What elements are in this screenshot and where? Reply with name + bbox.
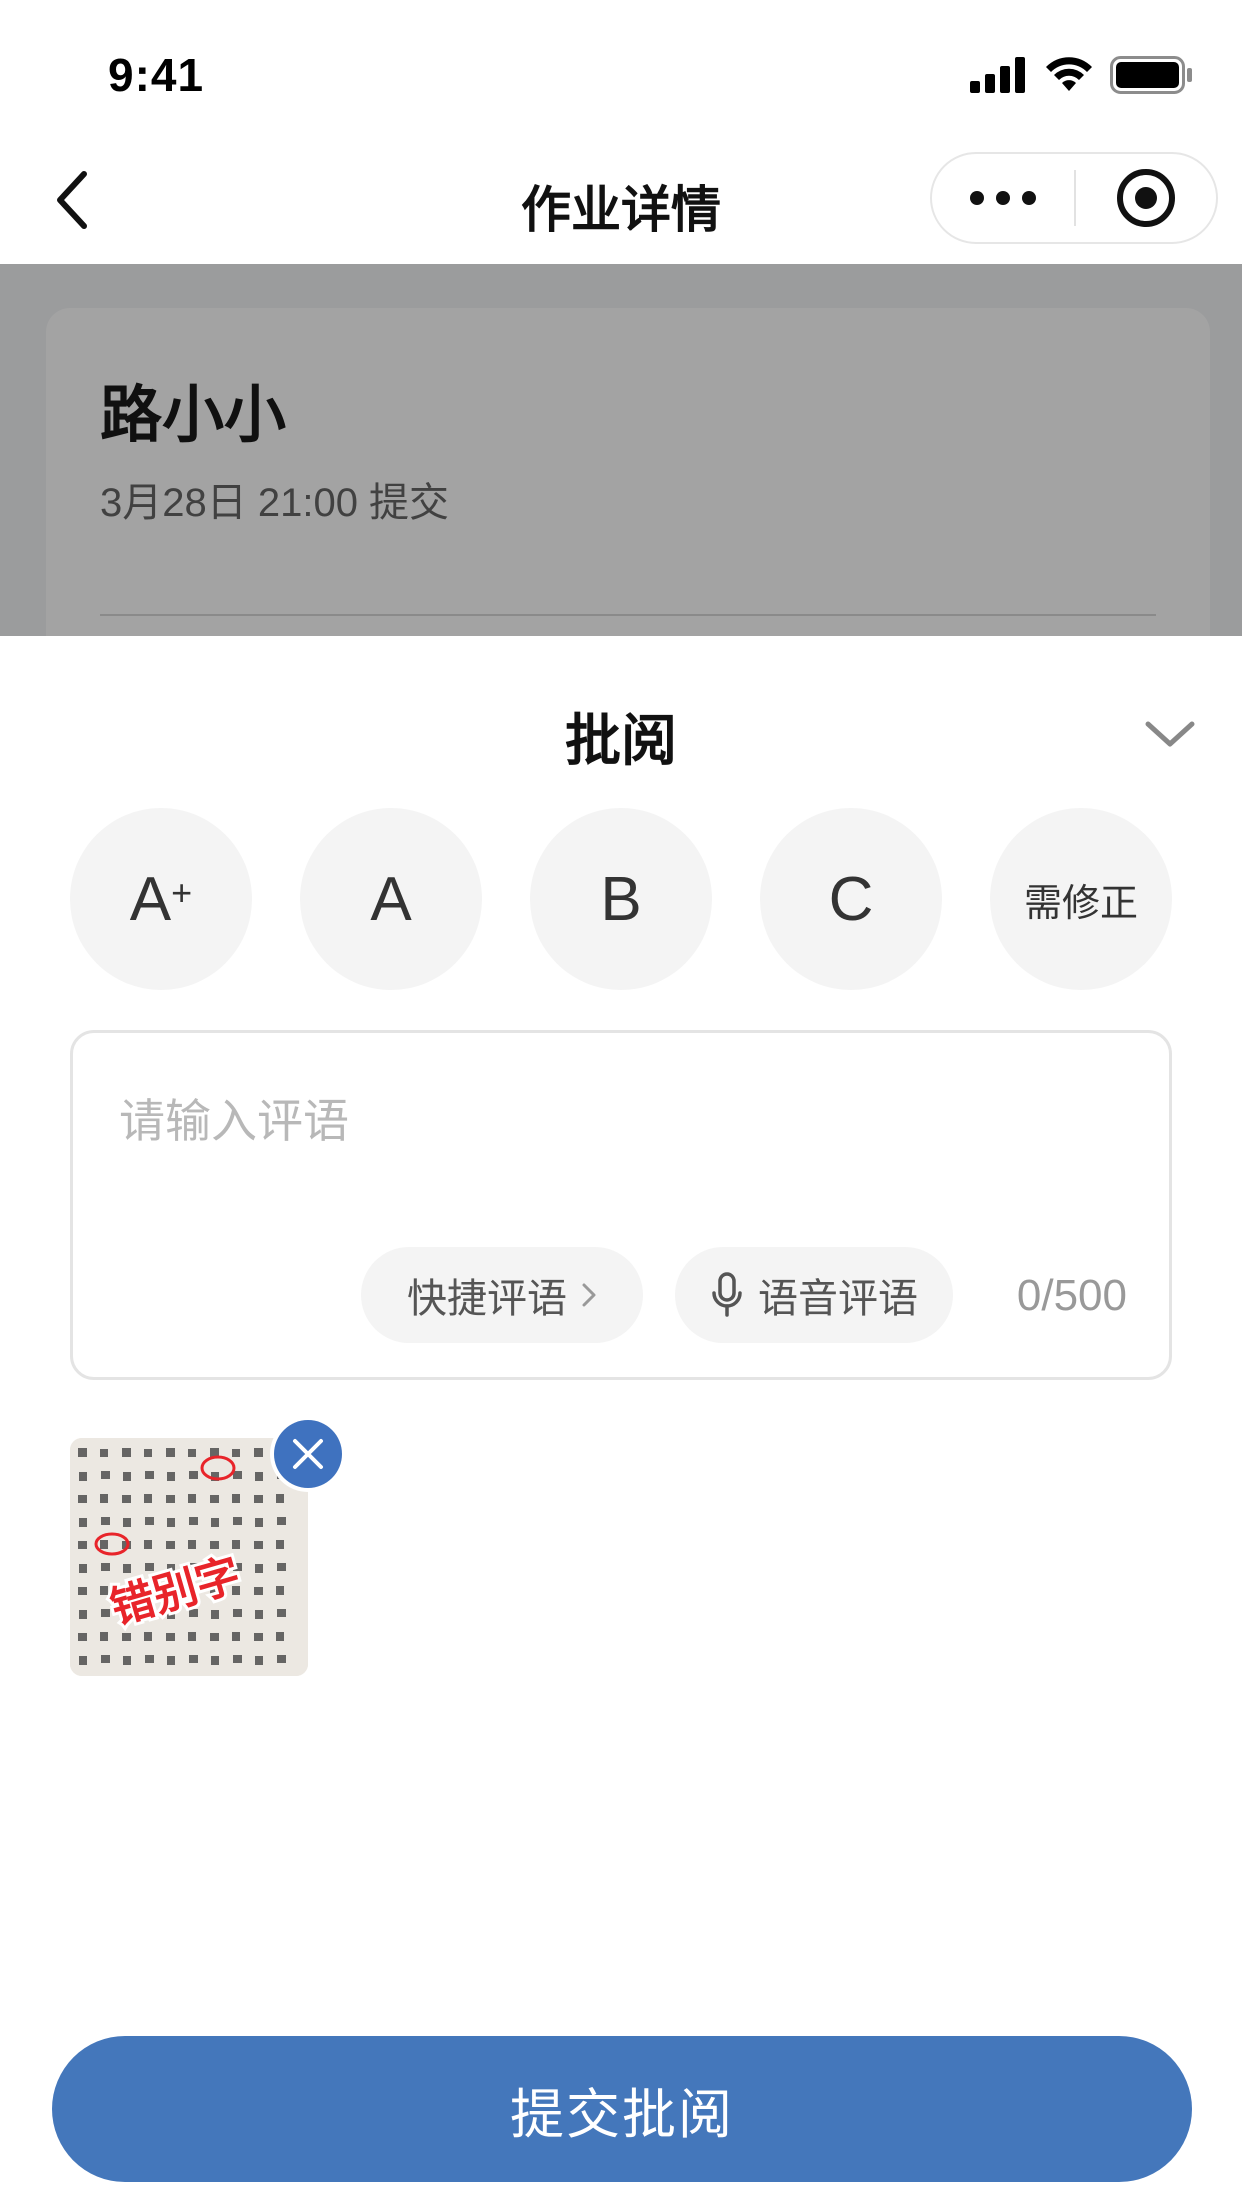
grade-label: C xyxy=(828,864,874,934)
grade-a-plus-button[interactable]: A + xyxy=(70,808,252,990)
grade-a-button[interactable]: A xyxy=(300,808,482,990)
grade-label: A xyxy=(370,864,412,934)
review-sheet: 批阅 A + A B C 需修正 请输入评语 快捷评语 语音评语 0/500 错… xyxy=(0,636,1242,2208)
voice-comment-label: 语音评语 xyxy=(758,1277,918,1321)
battery-icon xyxy=(1110,56,1192,94)
cellular-signal-icon xyxy=(970,57,1025,93)
target-icon xyxy=(1117,169,1175,227)
more-dot-icon xyxy=(1022,191,1036,205)
grade-label: B xyxy=(600,864,642,934)
submit-review-button[interactable]: 提交批阅 xyxy=(52,2036,1192,2182)
char-counter: 0/500 xyxy=(1016,1271,1127,1320)
quick-comment-label: 快捷评语 xyxy=(407,1277,567,1321)
collapse-sheet-button[interactable] xyxy=(1142,706,1198,762)
microphone-icon xyxy=(712,1272,742,1317)
comment-input[interactable]: 请输入评语 快捷评语 语音评语 0/500 xyxy=(70,1030,1172,1380)
mini-program-capsule xyxy=(930,152,1218,244)
grade-needs-revision-button[interactable]: 需修正 xyxy=(990,808,1172,990)
remove-attachment-button[interactable] xyxy=(274,1420,342,1488)
sheet-title: 批阅 xyxy=(565,709,677,772)
grade-superscript: + xyxy=(171,872,193,913)
grade-label: A xyxy=(129,864,172,934)
close-icon xyxy=(293,1439,323,1469)
voice-comment-button[interactable]: 语音评语 xyxy=(675,1247,953,1343)
more-menu-button[interactable] xyxy=(932,154,1074,242)
quick-comment-button[interactable]: 快捷评语 xyxy=(361,1247,643,1343)
status-bar: 9:41 xyxy=(0,0,1242,140)
handwriting-photo: 错别字 错别字 xyxy=(70,1438,308,1676)
modal-overlay[interactable] xyxy=(0,264,1242,636)
close-mini-program-button[interactable] xyxy=(1076,154,1216,242)
grade-options: A + A B C 需修正 xyxy=(70,808,1172,990)
attachment-thumbnail[interactable]: 错别字 错别字 xyxy=(70,1438,308,1676)
nav-bar: 作业详情 xyxy=(0,140,1242,264)
grade-label: 需修正 xyxy=(1023,882,1138,925)
chevron-down-icon xyxy=(1145,721,1195,747)
status-icons xyxy=(970,56,1194,94)
more-dot-icon xyxy=(996,191,1010,205)
more-dot-icon xyxy=(970,191,984,205)
grade-b-button[interactable]: B xyxy=(530,808,712,990)
review-page: 9:41 作业详情 路小小 3月28日 21:00 提交 批阅 A + A B … xyxy=(0,0,1242,2208)
grade-c-button[interactable]: C xyxy=(760,808,942,990)
wifi-icon xyxy=(1046,57,1092,91)
status-time: 9:41 xyxy=(108,49,205,101)
comment-placeholder: 请输入评语 xyxy=(119,1095,349,1147)
chevron-right-icon xyxy=(582,1283,596,1307)
